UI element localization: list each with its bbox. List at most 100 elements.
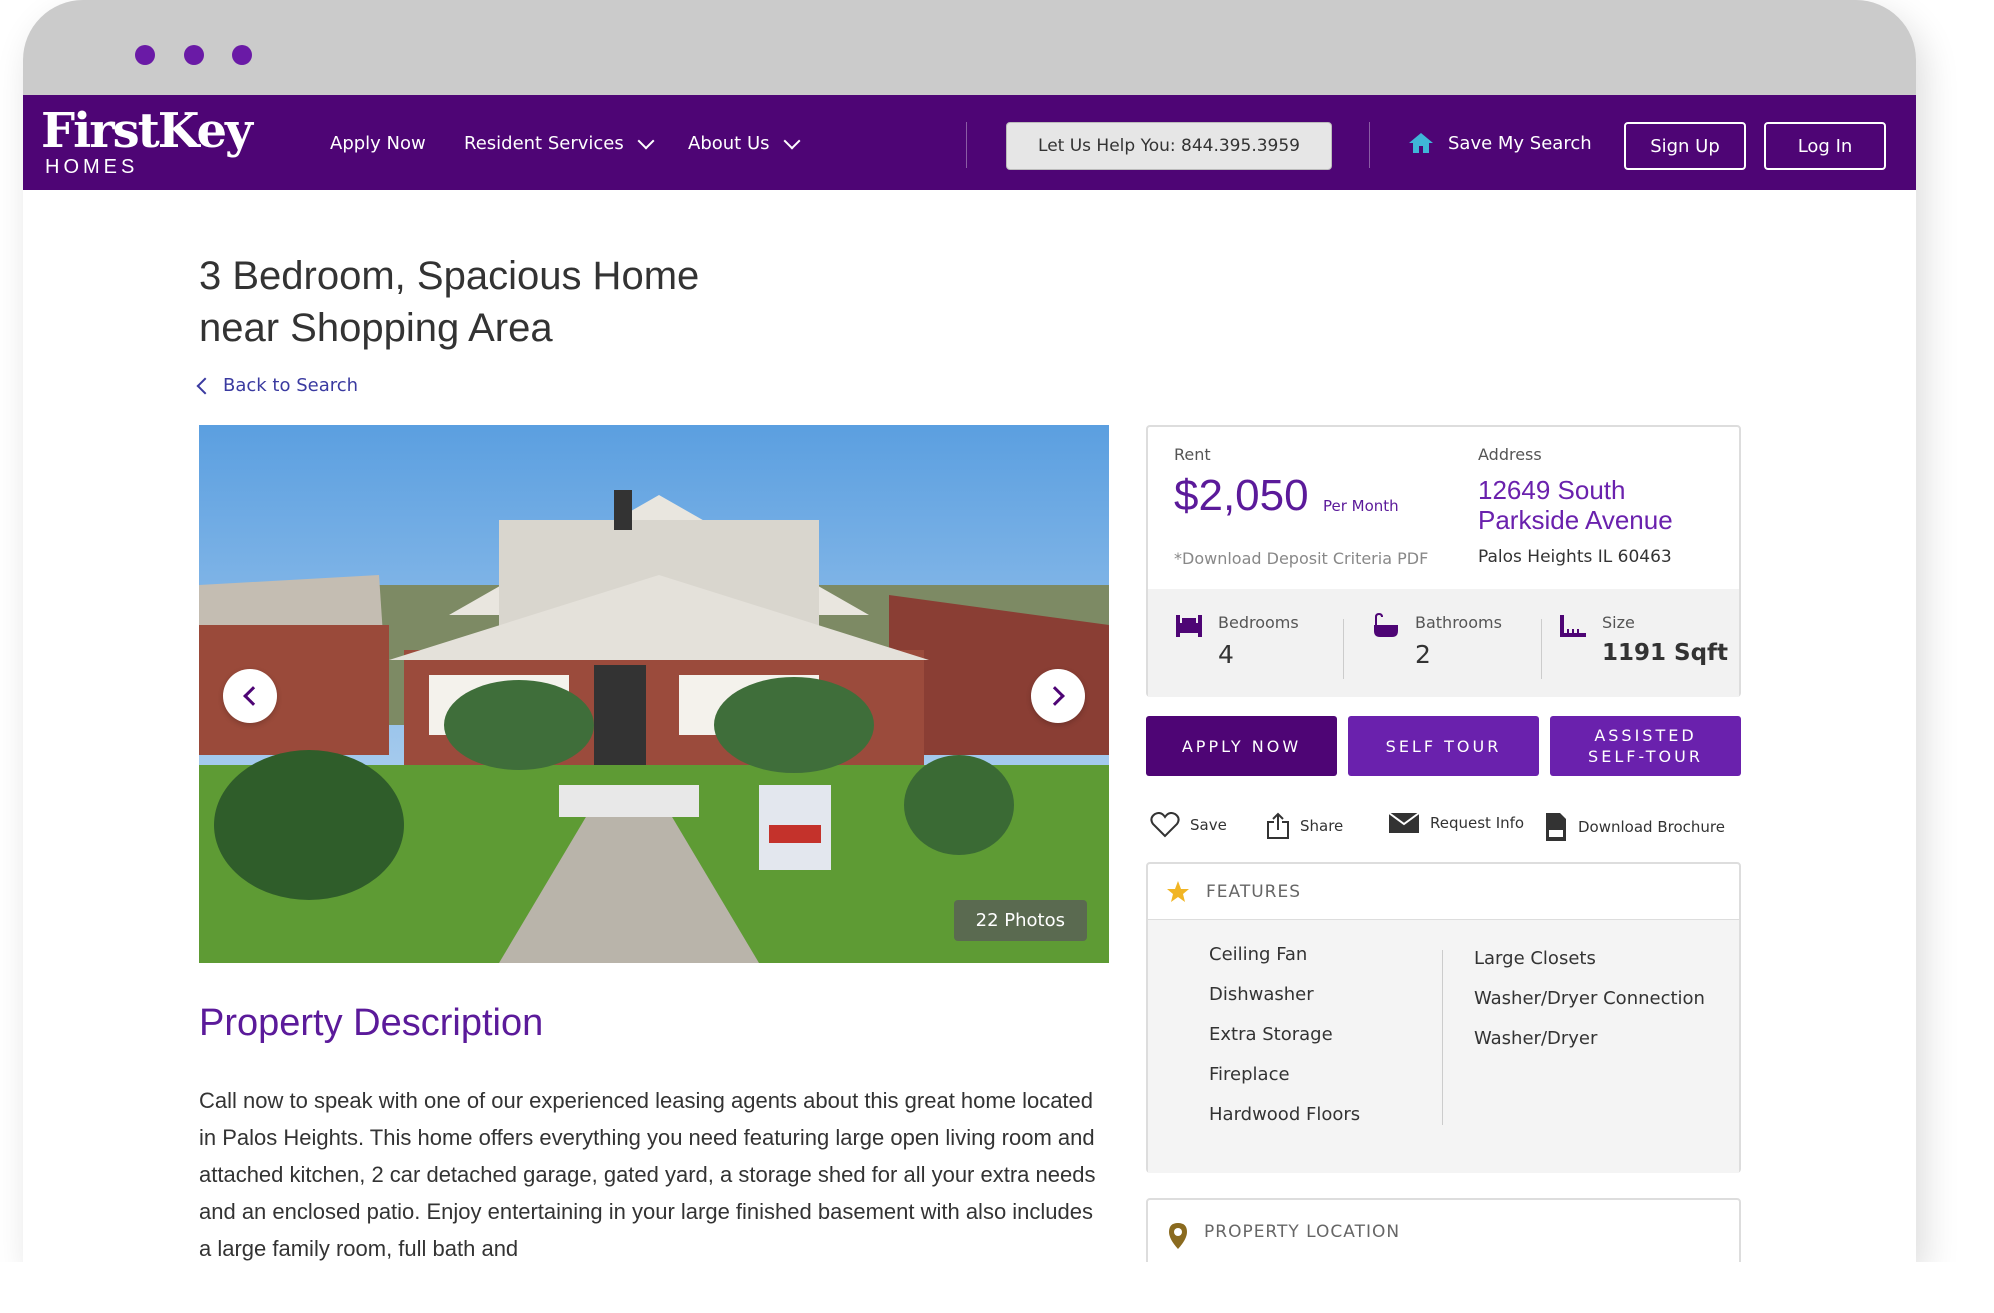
nav-divider: [966, 122, 967, 168]
address-street: 12649 South Parkside Avenue: [1478, 475, 1673, 535]
sign-up-button[interactable]: Sign Up: [1624, 122, 1746, 170]
browser-chrome: [23, 0, 1916, 95]
bathrooms-label: Bathrooms: [1415, 613, 1502, 632]
chevron-left-icon: [196, 377, 214, 394]
feature-item: Fireplace: [1209, 1064, 1290, 1085]
assisted-self-tour-button[interactable]: ASSISTED SELF-TOUR: [1550, 716, 1741, 776]
pdf-icon: [1546, 813, 1566, 841]
star-icon: [1167, 880, 1189, 902]
assisted-line-2: SELF-TOUR: [1588, 747, 1703, 766]
top-nav: FirstKey HOMES Apply Now Resident Servic…: [23, 95, 1916, 190]
window-dot: [184, 45, 204, 65]
nav-resident-services[interactable]: Resident Services: [464, 132, 655, 154]
nav-about-label: About Us: [688, 133, 770, 154]
save-my-search-link[interactable]: Save My Search: [1408, 132, 1592, 154]
property-stats: Bedrooms 4 Bathrooms 2 Size 1191 Sqft: [1148, 589, 1739, 697]
feature-item: Extra Storage: [1209, 1024, 1333, 1045]
features-divider: [1442, 950, 1443, 1125]
assisted-line-1: ASSISTED: [1594, 726, 1697, 745]
stat-divider: [1343, 619, 1344, 679]
save-action[interactable]: Save: [1150, 812, 1227, 838]
feature-item: Ceiling Fan: [1209, 944, 1308, 965]
nav-apply-label: Apply Now: [330, 133, 426, 154]
nav-apply-now[interactable]: Apply Now: [330, 133, 426, 154]
share-label: Share: [1300, 817, 1344, 835]
map-pin-icon: [1169, 1223, 1187, 1249]
chevron-down-icon: [783, 132, 800, 149]
address-line-1: 12649 South: [1478, 475, 1626, 505]
help-phone-button[interactable]: Let Us Help You: 844.395.3959: [1006, 122, 1332, 170]
feature-item: Hardwood Floors: [1209, 1104, 1361, 1125]
property-location-panel: PROPERTY LOCATION: [1146, 1198, 1741, 1262]
download-brochure-action[interactable]: Download Brochure: [1544, 812, 1725, 842]
features-title: FEATURES: [1206, 881, 1302, 902]
logo-sub: HOMES: [45, 156, 139, 178]
home-icon: [1409, 133, 1433, 153]
rent-value: $2,050: [1174, 471, 1309, 520]
title-line-2: near Shopping Area: [199, 306, 553, 350]
bathrooms-value: 2: [1415, 640, 1431, 669]
nav-divider: [1369, 122, 1370, 168]
ruler-icon: [1560, 615, 1586, 637]
description-heading: Property Description: [199, 1002, 544, 1044]
logo-brand: FirstKey: [41, 103, 253, 159]
window-dot: [135, 45, 155, 65]
property-info-card: Rent $2,050 Per Month *Download Deposit …: [1146, 425, 1741, 697]
photo-count-badge[interactable]: 22 Photos: [953, 900, 1087, 941]
per-month-label: Per Month: [1323, 497, 1399, 515]
feature-item: Dishwasher: [1209, 984, 1314, 1005]
save-label: Save: [1190, 816, 1227, 834]
save-search-label: Save My Search: [1448, 132, 1592, 154]
chevron-left-icon: [243, 686, 263, 706]
features-list: Ceiling Fan Dishwasher Extra Storage Fir…: [1148, 920, 1739, 1173]
chevron-down-icon: [637, 132, 655, 149]
feature-item: Washer/Dryer: [1474, 1028, 1598, 1049]
request-info-label: Request Info: [1430, 814, 1525, 832]
house-image: [199, 425, 1109, 963]
size-value: 1191 Sqft: [1602, 640, 1729, 666]
address-city: Palos Heights IL 60463: [1478, 547, 1672, 567]
self-tour-button[interactable]: SELF TOUR: [1348, 716, 1539, 776]
address-line-2: Parkside Avenue: [1478, 505, 1673, 535]
features-panel: FEATURES Ceiling Fan Dishwasher Extra St…: [1146, 862, 1741, 1173]
rent-label: Rent: [1174, 445, 1211, 464]
share-action[interactable]: Share: [1266, 812, 1343, 840]
description-text: Call now to speak with one of our experi…: [199, 1088, 1096, 1261]
bathtub-icon: [1374, 613, 1398, 637]
size-label: Size: [1602, 613, 1635, 632]
page-title: 3 Bedroom, Spacious Home near Shopping A…: [199, 250, 699, 354]
back-label: Back to Search: [223, 375, 359, 396]
share-icon: [1267, 812, 1289, 839]
heart-icon: [1150, 812, 1180, 838]
property-location-title: PROPERTY LOCATION: [1204, 1222, 1401, 1242]
bathrooms-stat: Bathrooms 2: [1371, 613, 1502, 669]
nav-resident-label: Resident Services: [464, 133, 624, 154]
property-photo[interactable]: 22 Photos: [199, 425, 1109, 963]
window-dot: [232, 45, 252, 65]
envelope-icon: [1388, 812, 1420, 833]
logo[interactable]: FirstKey HOMES: [41, 103, 253, 178]
back-to-search-link[interactable]: Back to Search: [196, 375, 359, 396]
browser-window: FirstKey HOMES Apply Now Resident Servic…: [23, 0, 1916, 1262]
title-line-1: 3 Bedroom, Spacious Home: [199, 254, 700, 298]
address-label: Address: [1478, 445, 1542, 464]
request-info-action[interactable]: Request Info: [1388, 812, 1524, 834]
feature-item: Large Closets: [1474, 948, 1596, 969]
bedrooms-stat: Bedrooms 4: [1174, 613, 1299, 669]
features-header: FEATURES: [1148, 864, 1739, 920]
bedrooms-label: Bedrooms: [1218, 613, 1299, 632]
chevron-right-icon: [1045, 686, 1065, 706]
nav-about-us[interactable]: About Us: [688, 132, 800, 154]
feature-item: Washer/Dryer Connection: [1474, 988, 1705, 1009]
page-bottom-fade: [0, 1262, 1994, 1313]
bedrooms-value: 4: [1218, 640, 1234, 669]
deposit-criteria-link[interactable]: *Download Deposit Criteria PDF: [1174, 549, 1428, 568]
photo-next-button[interactable]: [1031, 669, 1085, 723]
log-in-button[interactable]: Log In: [1764, 122, 1886, 170]
stat-divider: [1541, 619, 1542, 679]
download-brochure-label: Download Brochure: [1578, 818, 1725, 836]
size-stat: Size 1191 Sqft: [1558, 613, 1728, 666]
apply-now-button[interactable]: APPLY NOW: [1146, 716, 1337, 776]
photo-prev-button[interactable]: [223, 669, 277, 723]
bed-icon: [1176, 615, 1202, 637]
